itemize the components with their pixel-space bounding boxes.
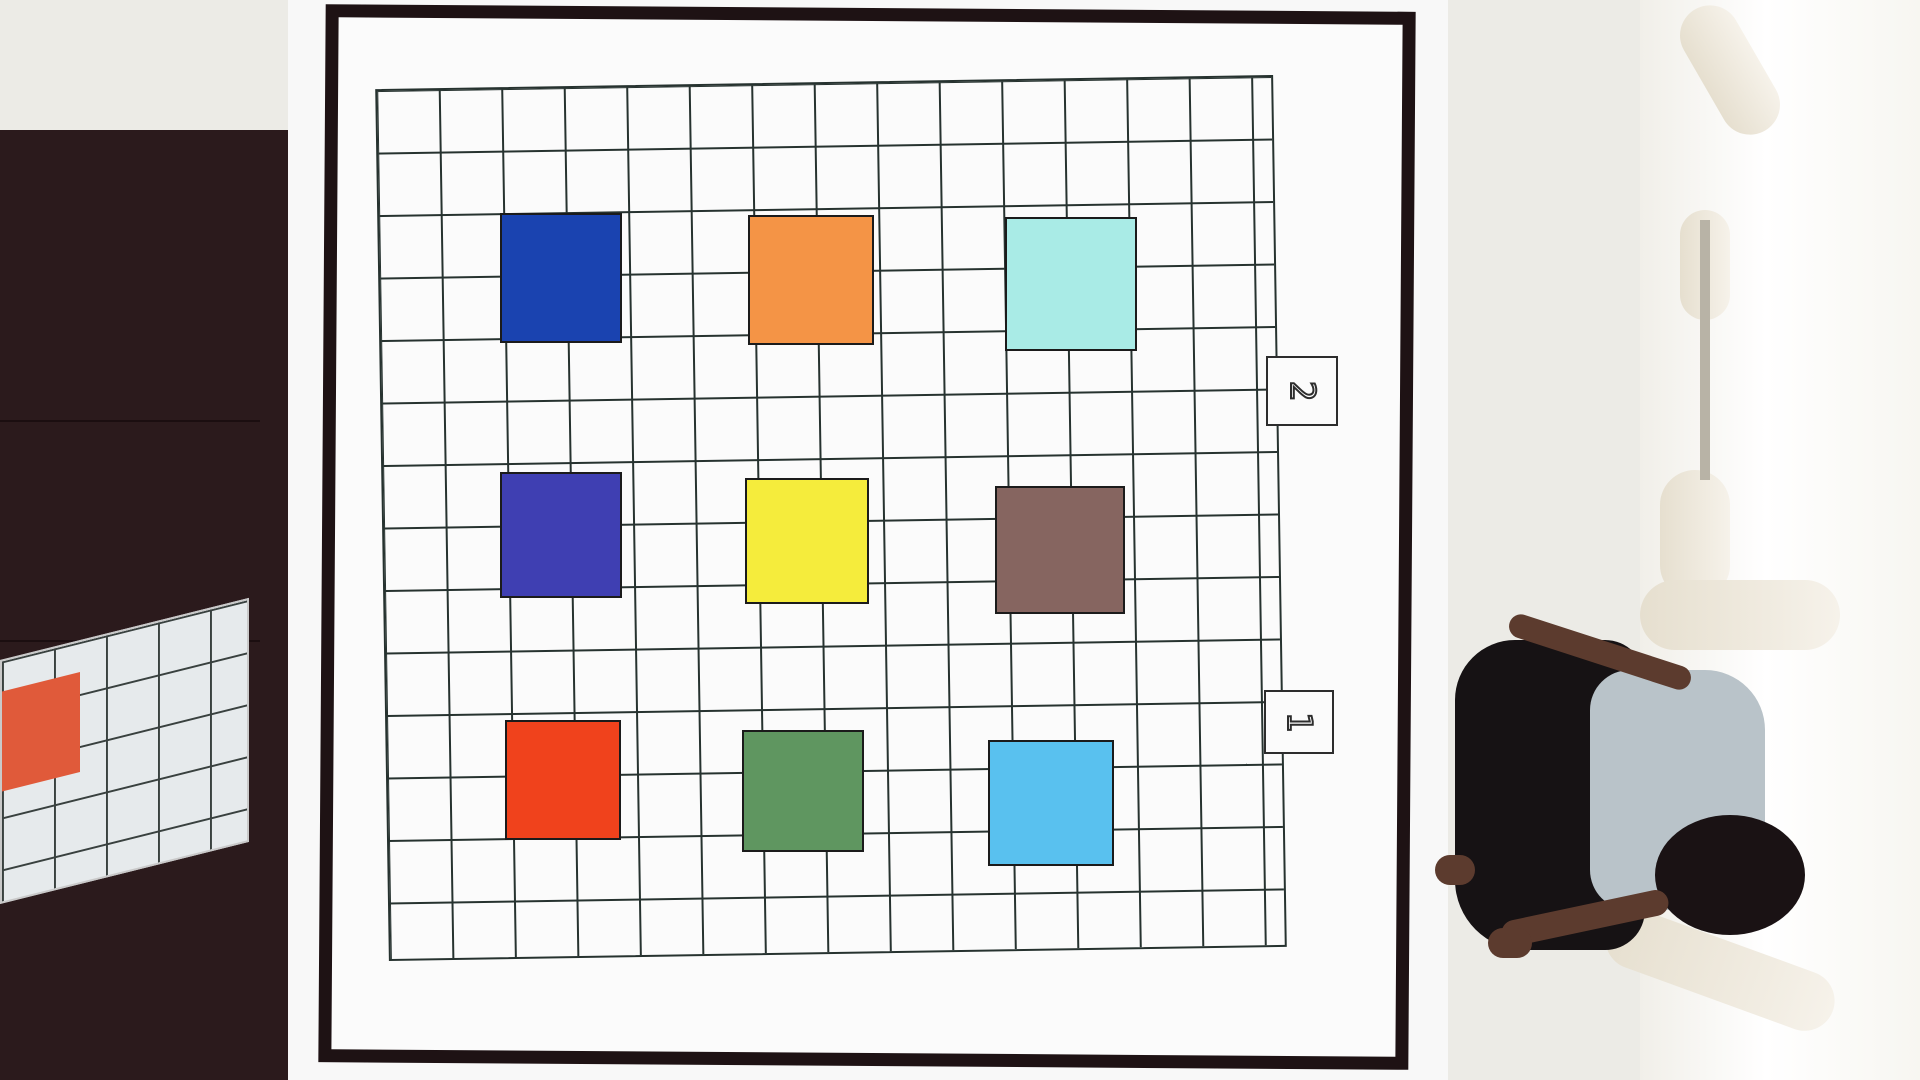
red-tile — [505, 720, 621, 840]
label-1-text: 1 — [1278, 711, 1320, 733]
blue-tile — [500, 213, 622, 343]
position-label-2: 2 — [1266, 356, 1338, 426]
position-label-1: 1 — [1264, 690, 1334, 754]
cyan-tile — [1005, 217, 1137, 351]
curtain-fold — [1640, 580, 1840, 650]
floor-scene: 2 1 — [0, 0, 1920, 1080]
indigo-tile — [500, 472, 622, 598]
orange-tile — [748, 215, 874, 345]
cabinet-divider — [0, 420, 260, 422]
label-2-text: 2 — [1281, 380, 1323, 402]
sky-blue-tile — [988, 740, 1114, 866]
brown-tile — [995, 486, 1125, 614]
window-frame — [1700, 220, 1710, 480]
person-hand — [1488, 928, 1532, 958]
yellow-tile — [745, 478, 869, 604]
person-head — [1655, 815, 1805, 935]
reflected-red-tile — [2, 672, 80, 792]
person-foot — [1435, 855, 1475, 885]
green-tile — [742, 730, 864, 852]
